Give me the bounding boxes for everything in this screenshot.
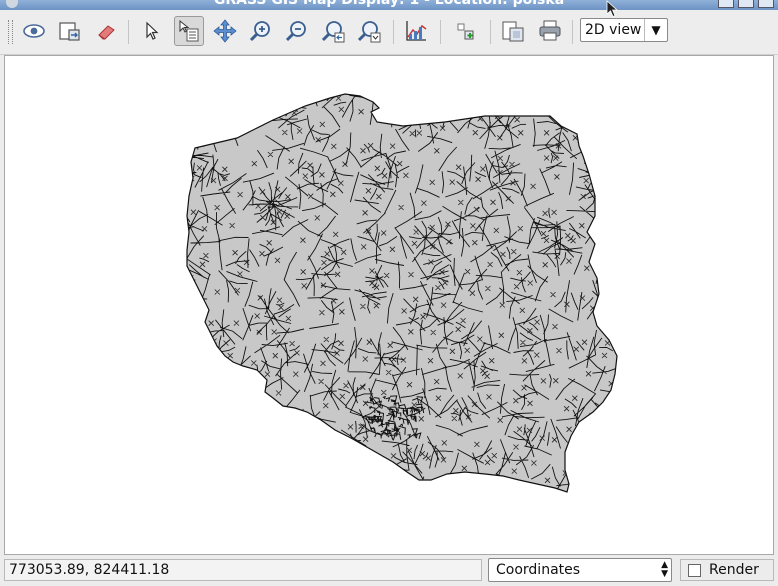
render-label: Render	[709, 562, 759, 578]
map-canvas[interactable]	[4, 55, 774, 555]
eye-icon	[23, 24, 45, 38]
updown-arrow-icon: ▲ ▼	[661, 560, 668, 579]
poland-map	[186, 93, 618, 493]
zoom-in-icon	[249, 21, 270, 42]
zoom-back-icon	[321, 21, 345, 43]
coordinates-readout: 773053.89, 824411.18	[4, 559, 482, 581]
save-icon	[502, 21, 524, 42]
minimize-button[interactable]	[718, 0, 734, 8]
render-icon	[59, 22, 80, 41]
window-title: GRASS GIS Map Display: 1 - Location: pol…	[213, 0, 565, 8]
chevron-down-icon: ▼	[644, 19, 667, 41]
print-icon	[539, 20, 561, 41]
pan-icon	[213, 19, 237, 43]
map-toolbar: 2D view ▼	[0, 10, 778, 55]
country-polygon	[186, 93, 618, 493]
render-toggle[interactable]: Render	[680, 559, 774, 581]
pan-button[interactable]	[210, 16, 240, 46]
query-button[interactable]	[174, 16, 204, 46]
zoom-out-icon	[285, 21, 306, 42]
pointer-button[interactable]	[137, 16, 167, 46]
pointer-icon	[146, 21, 159, 40]
window-titlebar: GRASS GIS Map Display: 1 - Location: pol…	[0, 0, 778, 10]
print-button[interactable]	[535, 16, 565, 46]
statusbar-mode-value: Coordinates	[496, 562, 581, 578]
status-bar: 773053.89, 824411.18 Coordinates ▲ ▼ Rend…	[0, 556, 778, 586]
zoom-out-button[interactable]	[282, 16, 312, 46]
mouse-cursor-icon	[606, 0, 619, 18]
maximize-button[interactable]	[738, 0, 754, 8]
display-map-button[interactable]	[19, 16, 49, 46]
close-button[interactable]	[758, 0, 774, 8]
erase-display-button[interactable]	[91, 16, 121, 46]
zoom-menu-icon	[357, 21, 381, 43]
analyze-icon	[406, 21, 427, 41]
view-mode-value: 2D view	[585, 22, 642, 38]
zoom-back-button[interactable]	[318, 16, 348, 46]
analyze-button[interactable]	[401, 16, 431, 46]
render-checkbox[interactable]	[688, 563, 701, 577]
toolbar-grip[interactable]	[8, 20, 13, 44]
zoom-menu-button[interactable]	[354, 16, 384, 46]
statusbar-mode-select[interactable]: Coordinates ▲ ▼	[488, 558, 672, 582]
query-icon	[179, 19, 199, 42]
render-map-button[interactable]	[55, 16, 85, 46]
eraser-icon	[98, 25, 115, 40]
overlay-button[interactable]	[452, 16, 482, 46]
overlay-icon	[457, 23, 474, 40]
zoom-in-button[interactable]	[246, 16, 276, 46]
view-mode-select[interactable]: 2D view ▼	[580, 18, 668, 42]
save-image-button[interactable]	[498, 16, 528, 46]
